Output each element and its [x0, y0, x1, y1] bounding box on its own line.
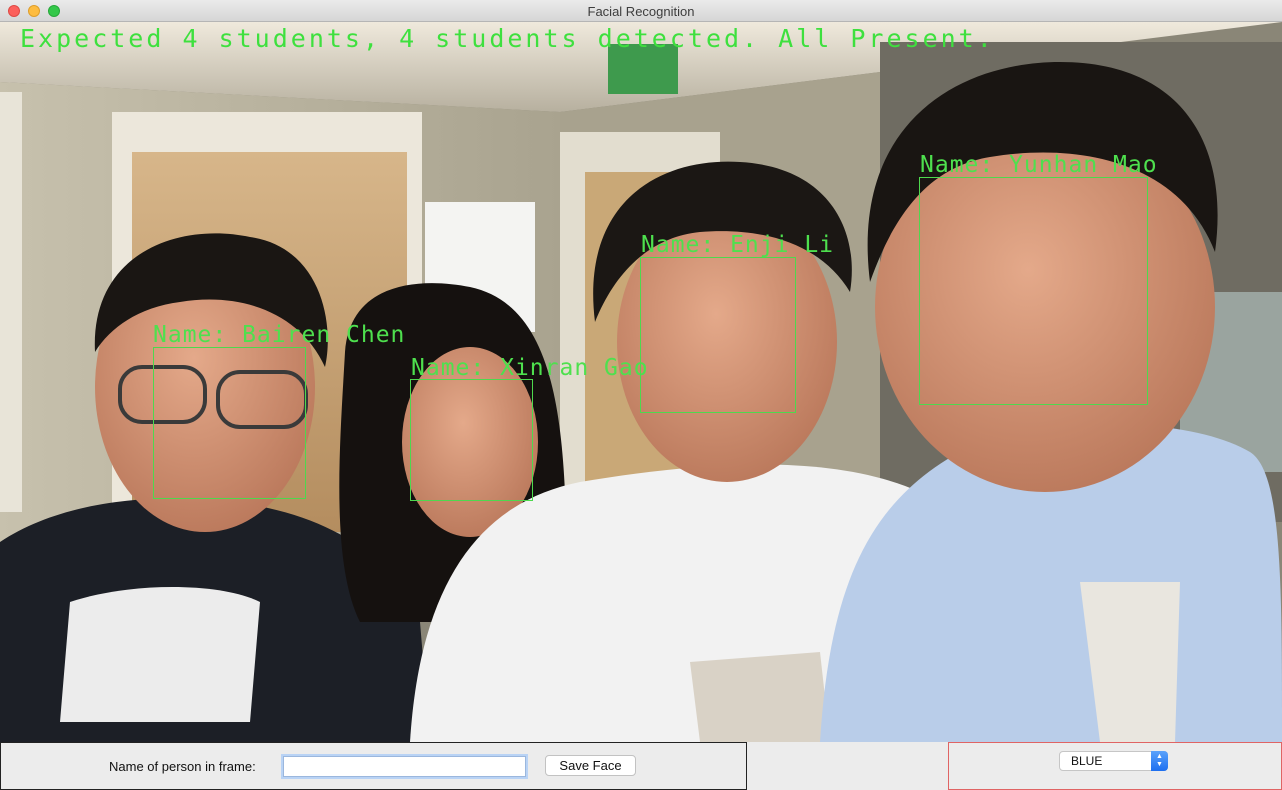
select-arrows-icon: ▲ ▼ — [1151, 751, 1168, 771]
face-detection-box — [919, 177, 1148, 405]
save-face-button[interactable]: Save Face — [545, 755, 636, 776]
selected-color-value: BLUE — [1071, 754, 1103, 768]
name-field-label: Name of person in frame: — [109, 759, 256, 774]
box-color-select[interactable]: BLUE ▲ ▼ — [1059, 751, 1168, 771]
face-detection-box — [640, 257, 796, 413]
attendance-status-text: Expected 4 students, 4 students detected… — [20, 24, 995, 53]
window-titlebar: Facial Recognition — [0, 0, 1282, 22]
face-name-label: Name: Xinran Gao — [411, 355, 649, 381]
window-title: Facial Recognition — [587, 4, 695, 19]
camera-feed: Expected 4 students, 4 students detected… — [0, 22, 1282, 742]
save-face-panel: Name of person in frame: Save Face — [0, 742, 747, 790]
face-name-label: Name: Enji Li — [641, 232, 835, 258]
control-bar-spacer — [747, 742, 948, 790]
face-detection-box — [410, 379, 533, 501]
face-detection-box — [153, 347, 306, 499]
face-name-label: Name: Yunhan Mao — [920, 152, 1158, 178]
color-select-panel: BLUE ▲ ▼ — [948, 742, 1282, 790]
face-name-label: Name: Bairen Chen — [153, 322, 406, 348]
person-name-input[interactable] — [283, 756, 526, 777]
